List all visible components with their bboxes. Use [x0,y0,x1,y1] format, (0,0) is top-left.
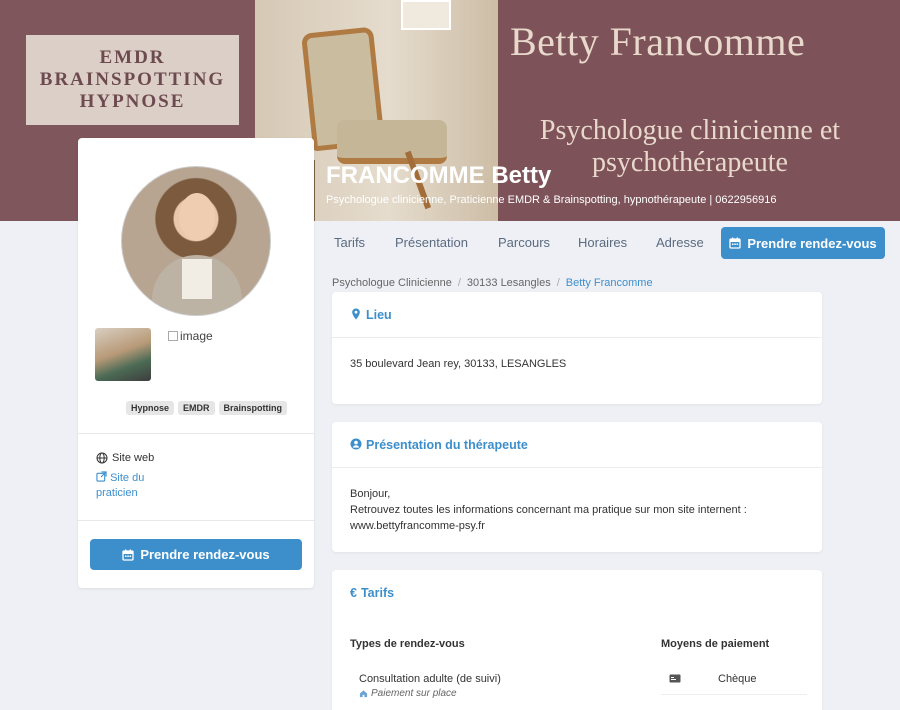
location-card-title: Lieu [366,308,392,322]
broken-image: image [168,329,213,343]
divider [78,520,314,521]
payment-method: Chèque [718,673,757,685]
pricing-card-header: € Tarifs [332,570,822,616]
breadcrumb-current: Betty Francomme [565,277,653,289]
broken-image-alt: image [180,329,213,343]
presentation-card: Présentation du thérapeute Bonjour, Retr… [332,422,822,552]
breadcrumb-item[interactable]: 30133 Lesangles [467,277,551,289]
map-pin-icon [352,308,360,320]
sidebar-book-appointment-label: Prendre rendez-vous [140,547,270,562]
banner-subtitle-line-2: psychothérapeute [592,147,788,178]
profile-sidebar-card: image Hypnose EMDR Brainspotting Site we… [78,138,314,588]
nav-tarifs[interactable]: Tarifs [334,235,365,250]
banner-title: Betty Francomme [510,19,806,64]
nav-book-appointment-button[interactable]: Prendre rendez-vous [721,227,885,259]
calendar-icon [729,237,741,249]
appointment-types-header: Types de rendez-vous [350,638,465,650]
sidebar-book-appointment-button[interactable]: Prendre rendez-vous [90,539,302,570]
divider [78,433,314,434]
banner-subtitle: Psychologue clinicienne et psychothérape… [505,115,875,179]
presentation-website: www.bettyfrancomme-psy.fr [350,520,485,532]
location-card-header: Lieu [332,292,822,338]
presentation-text: Bonjour, Retrouvez toutes les informatio… [332,468,822,552]
profile-nav: Tarifs Présentation Parcours Horaires Ad… [316,221,900,263]
divider [661,694,807,695]
presentation-line: Bonjour, [350,488,391,500]
location-address: 35 boulevard Jean rey, 30133, LESANGLES [350,358,567,370]
home-icon [359,690,368,698]
nav-book-appointment-label: Prendre rendez-vous [747,235,877,251]
presentation-card-header: Présentation du thérapeute [332,422,822,468]
breadcrumb-item[interactable]: Psychologue Clinicienne [332,277,452,289]
calendar-icon [122,549,134,561]
appointment-type: Consultation adulte (de suivi) [359,673,501,685]
website-label-text: Site web [112,452,155,464]
nav-adresse[interactable]: Adresse [656,235,704,250]
practitioner-website-link[interactable]: Site du praticien [96,471,176,501]
location-card: Lieu 35 boulevard Jean rey, 30133, LESAN… [332,292,822,404]
euro-icon: € [350,586,357,600]
practitioner-name: FRANCOMME Betty [326,162,552,189]
logo-line-2: BRAINSPOTTING [39,69,226,90]
office-thumbnail[interactable] [95,328,151,381]
logo: EMDR BRAINSPOTTING HYPNOSE [26,35,239,125]
external-link-icon [96,471,107,482]
logo-line-1: EMDR [99,47,166,68]
website-label: Site web [96,452,154,464]
avatar [121,166,271,316]
breadcrumb: Psychologue Clinicienne/30133 Lesangles /… [332,277,653,289]
tag: Hypnose [126,401,175,415]
nav-horaires[interactable]: Horaires [578,235,627,250]
practitioner-description: Psychologue clinicienne, Praticienne EMD… [326,194,777,206]
presentation-card-title: Présentation du thérapeute [366,438,528,452]
presentation-line: Retrouvez toutes les informations concer… [350,504,747,516]
specialty-tags: Hypnose EMDR Brainspotting [126,401,288,415]
payment-note: Paiement sur place [359,688,457,699]
pricing-card-title: Tarifs [360,586,395,600]
payment-methods-header: Moyens de paiement [661,638,770,650]
payment-note-text: Paiement sur place [371,688,457,699]
nav-parcours[interactable]: Parcours [498,235,550,250]
banner-subtitle-line-1: Psychologue clinicienne et [539,115,841,146]
pricing-card: € Tarifs Types de rendez-vous Moyens de … [332,570,822,710]
broken-image-icon [168,331,178,341]
user-circle-icon [350,438,362,450]
logo-line-3: HYPNOSE [79,91,186,112]
tag: EMDR [178,401,215,415]
nav-presentation[interactable]: Présentation [395,235,468,250]
tag: Brainspotting [218,401,288,415]
id-card-icon [669,674,681,683]
globe-icon [96,452,108,464]
